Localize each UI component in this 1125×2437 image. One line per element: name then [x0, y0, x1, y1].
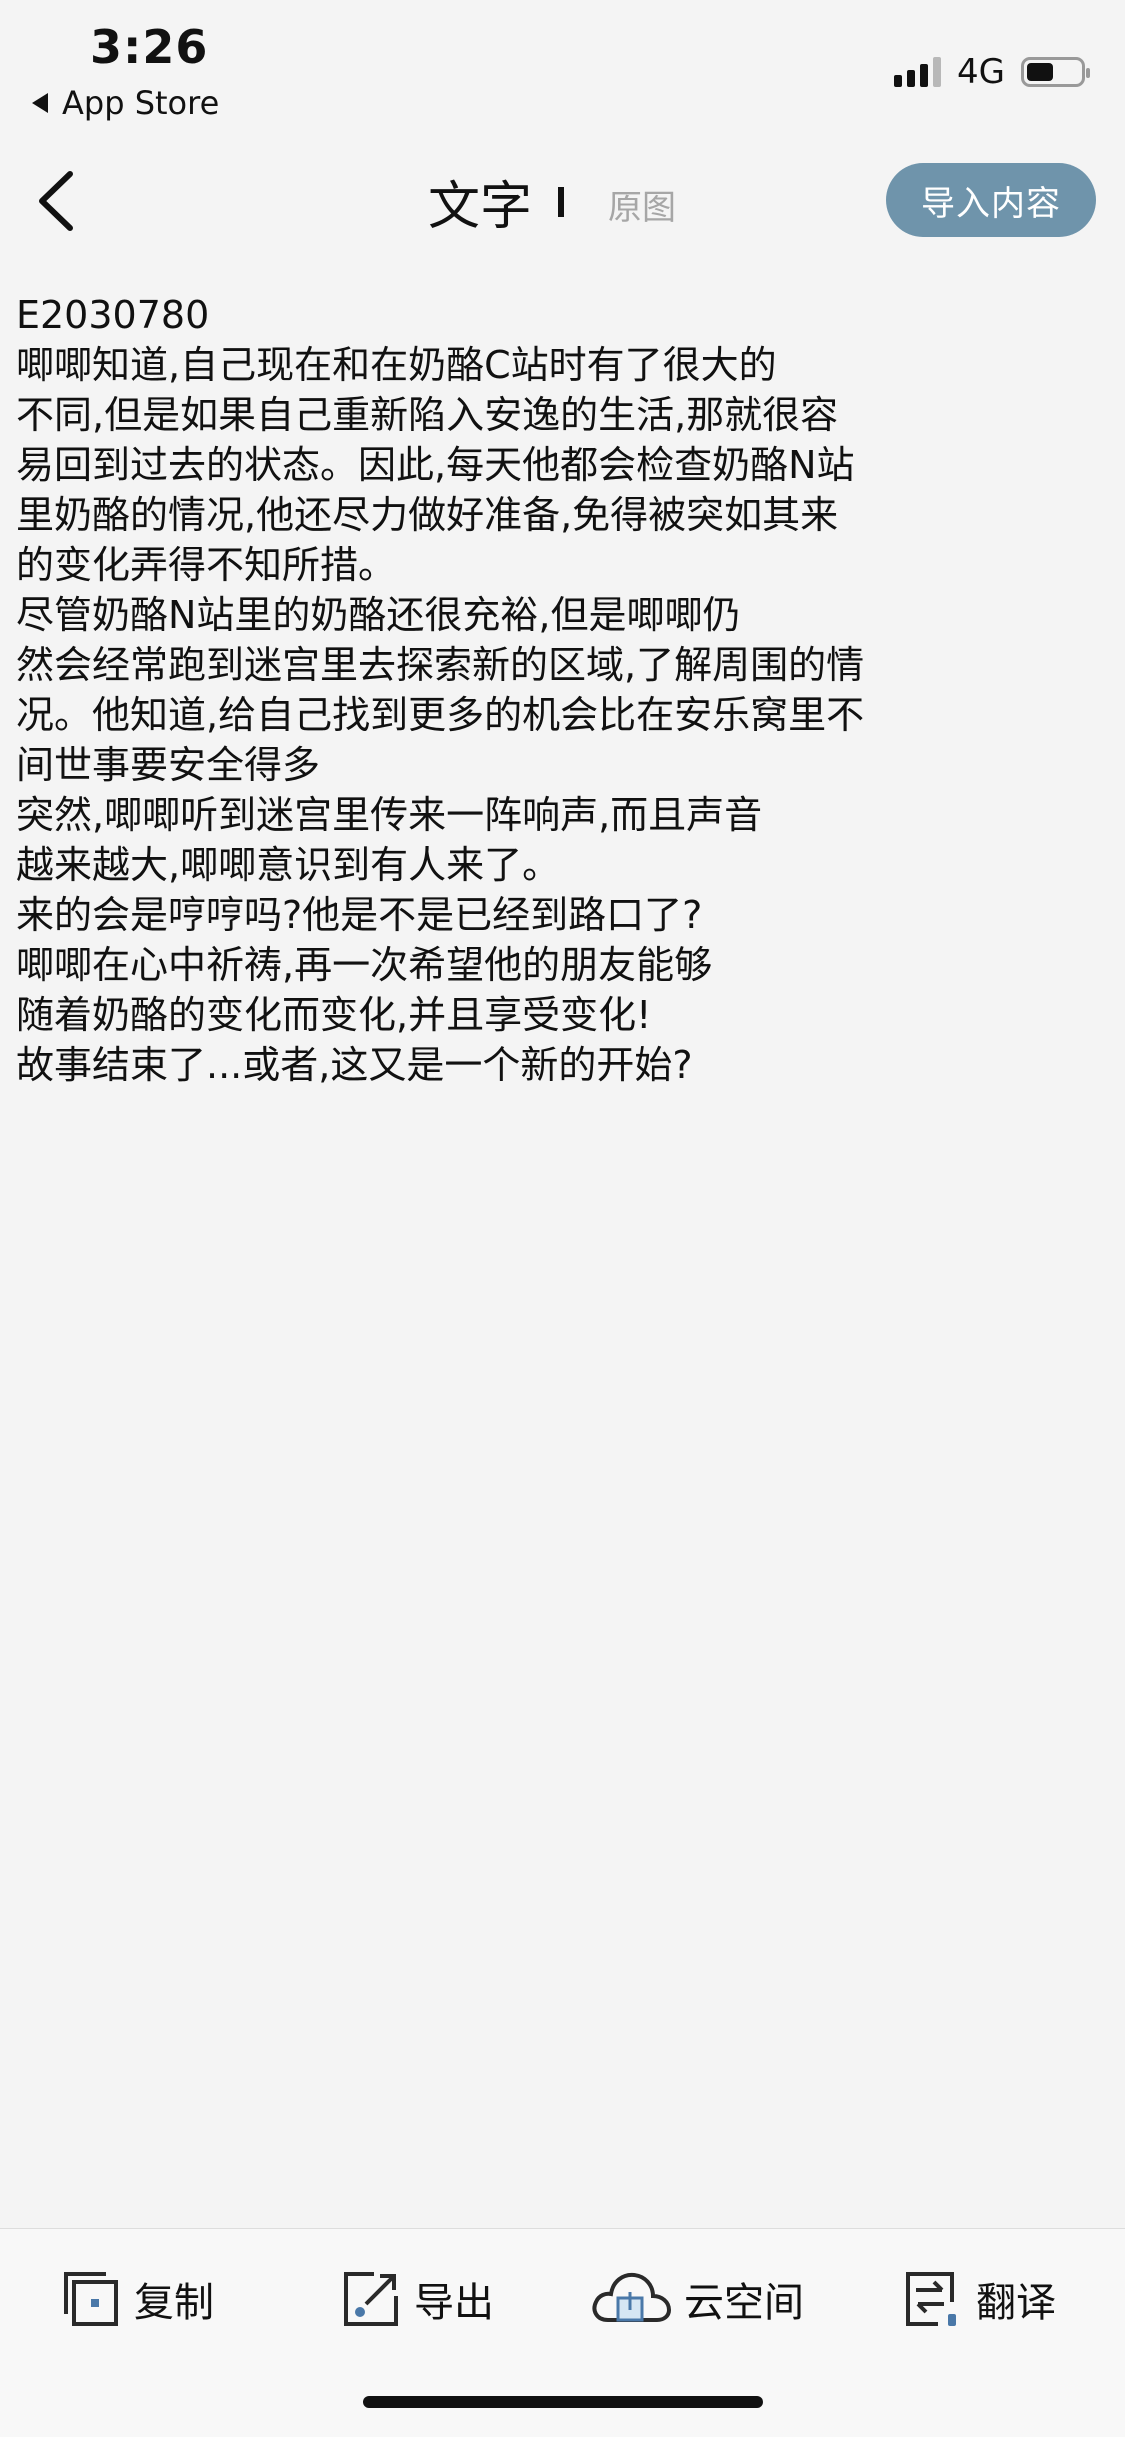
export-label: 导出 — [414, 2280, 494, 2326]
copy-button[interactable]: 复制 — [60, 2259, 214, 2339]
copy-icon — [64, 2272, 118, 2326]
export-button[interactable]: 导出 — [340, 2259, 494, 2339]
copy-label: 复制 — [134, 2280, 214, 2326]
import-content-button[interactable]: 导入内容 — [886, 163, 1096, 237]
export-icon — [344, 2272, 398, 2326]
text-line: 易回到过去的状态。因此,每天他都会检查奶酪N站 — [16, 443, 855, 487]
text-line: 故事结束了...或者,这又是一个新的开始? — [16, 1043, 693, 1087]
cellular-signal-icon — [894, 57, 942, 87]
text-line: E2030780 — [16, 293, 210, 337]
tab-active-indicator — [558, 186, 565, 217]
tab-text-label: 文字 — [428, 177, 533, 237]
cloud-icon — [592, 2272, 672, 2322]
text-line: 突然,唧唧听到迷宫里传来一阵响声,而且声音 — [16, 793, 763, 837]
tab-original-image[interactable]: 原图 — [608, 180, 676, 229]
text-line: 唧唧在心中祈祷,再一次希望他的朋友能够 — [16, 943, 713, 987]
back-button[interactable] — [30, 166, 90, 236]
back-app-label: App Store — [62, 84, 220, 122]
text-line: 越来越大,唧唧意识到有人来了。 — [16, 843, 561, 887]
battery-level — [1027, 63, 1053, 81]
home-indicator[interactable] — [363, 2396, 763, 2408]
cloud-space-label: 云空间 — [684, 2280, 804, 2326]
translate-icon — [906, 2272, 956, 2326]
translate-button[interactable]: 翻译 — [902, 2259, 1056, 2339]
text-line: 然会经常跑到迷宫里去探索新的区域,了解周围的情 — [16, 643, 865, 687]
text-line: 唧唧知道,自己现在和在奶酪C站时有了很大的 — [16, 343, 777, 387]
chevron-left-icon — [39, 171, 73, 231]
translate-label: 翻译 — [976, 2280, 1056, 2326]
text-line: 里奶酪的情况,他还尽力做好准备,免得被突如其来 — [16, 493, 839, 537]
text-line: 的变化弄得不知所措。 — [16, 543, 397, 587]
text-line: 间世事要安全得多 — [16, 743, 321, 787]
status-indicators: 4G — [894, 52, 1090, 92]
tab-text[interactable]: 文字 — [428, 164, 565, 239]
text-line: 不同,但是如果自己重新陷入安逸的生活,那就很容 — [16, 393, 839, 437]
text-line: 随着奶酪的变化而变化,并且享受变化! — [16, 993, 652, 1037]
text-line: 尽管奶酪N站里的奶酪还很充裕,但是唧唧仍 — [16, 593, 741, 637]
text-line: 况。他知道,给自己找到更多的机会比在安乐窝里不 — [16, 693, 865, 737]
recognized-text: E2030780 唧唧知道,自己现在和在奶酪C站时有了很大的不同,但是如果自己重新… — [16, 290, 1076, 1090]
cloud-space-button[interactable]: 云空间 — [590, 2259, 804, 2339]
text-line: 来的会是哼哼吗?他是不是已经到路口了? — [16, 893, 703, 937]
status-time: 3:26 — [90, 20, 209, 74]
back-to-app-store[interactable]: App Store — [32, 84, 219, 122]
status-bar: 3:26 App Store 4G — [0, 0, 1125, 130]
back-triangle-icon — [32, 93, 48, 113]
battery-icon — [1021, 57, 1090, 87]
nav-bar: 文字 原图 导入内容 — [0, 140, 1125, 260]
network-type: 4G — [957, 52, 1005, 92]
